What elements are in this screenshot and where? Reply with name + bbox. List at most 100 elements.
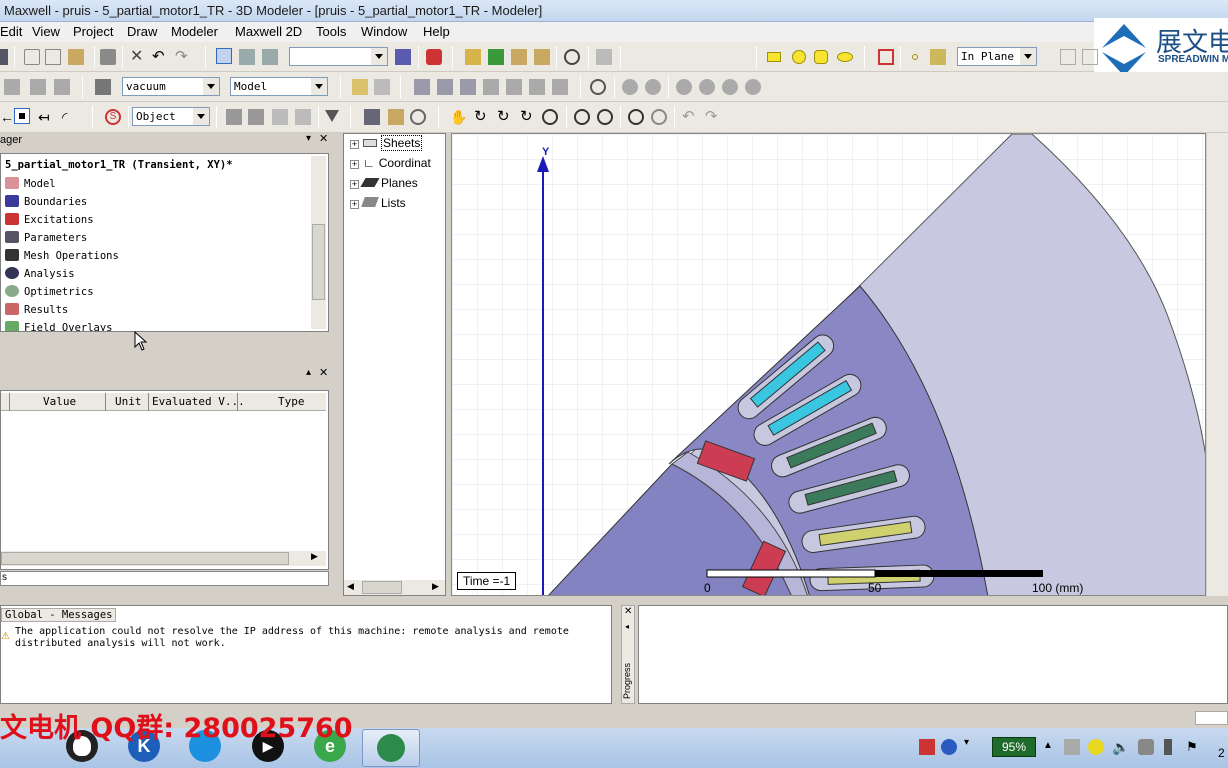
device-tray-icon[interactable]	[1138, 739, 1154, 755]
copy-icon[interactable]	[45, 49, 61, 65]
prev-view-icon[interactable]: ↶	[682, 109, 698, 125]
close-icon[interactable]: ✕	[319, 132, 328, 145]
subtract-icon[interactable]	[30, 79, 46, 95]
snap-vertex-icon[interactable]: ↤	[38, 109, 54, 125]
tree-lists[interactable]: + Lists	[350, 196, 406, 210]
help-tray-icon[interactable]	[941, 739, 957, 755]
validate-icon[interactable]	[465, 49, 481, 65]
pin-icon[interactable]: ▾	[306, 133, 311, 144]
scale-icon[interactable]	[506, 79, 522, 95]
tree-item-mesh-operations[interactable]: Mesh Operations	[5, 249, 119, 265]
next-view-icon[interactable]: ↷	[705, 109, 721, 125]
battery-indicator[interactable]: 95%	[992, 737, 1036, 757]
redo-icon[interactable]: ↷	[175, 49, 191, 65]
duplicate-icon[interactable]	[529, 79, 545, 95]
tree-item-optimetrics[interactable]: Optimetrics	[5, 285, 94, 301]
orient-icon[interactable]	[410, 109, 426, 125]
move-icon[interactable]	[437, 79, 453, 95]
select-face2-icon[interactable]	[248, 109, 264, 125]
hide-icon[interactable]	[622, 79, 638, 95]
sweep-icon[interactable]	[552, 79, 568, 95]
motor-geometry[interactable]	[452, 134, 1206, 596]
tree-item-field-overlays[interactable]: Field Overlays	[5, 321, 113, 331]
tree-item-boundaries[interactable]: Boundaries	[5, 195, 87, 211]
snap-grid-icon[interactable]	[14, 108, 30, 124]
tree-item-analysis[interactable]: Analysis	[5, 267, 75, 283]
pan-icon[interactable]: ✋	[450, 109, 467, 125]
report-icon[interactable]	[534, 49, 550, 65]
flag-icon[interactable]: ⚑	[1186, 739, 1200, 755]
stop-icon[interactable]: S	[105, 109, 121, 125]
save-icon[interactable]	[0, 49, 8, 65]
material-combo[interactable]: vacuum	[122, 77, 220, 96]
record-icon[interactable]	[426, 49, 442, 65]
menu-project[interactable]: Project	[73, 24, 113, 39]
rotate-view2-icon[interactable]: ↻	[497, 109, 513, 125]
rotate-icon[interactable]	[460, 79, 476, 95]
col-evaluated[interactable]: Evaluated V...	[152, 395, 245, 408]
network-tray-icon[interactable]	[1064, 739, 1080, 755]
menu-view[interactable]: View	[32, 24, 60, 39]
fit-all-icon[interactable]	[628, 109, 644, 125]
zoom-fit-icon[interactable]	[564, 49, 580, 65]
sogou-icon[interactable]	[919, 739, 935, 755]
menu-maxwell2d[interactable]: Maxwell 2D	[235, 24, 302, 39]
select-mode-icon[interactable]	[216, 48, 232, 64]
tree-item-model[interactable]: Model	[5, 177, 56, 193]
select-vertex-icon[interactable]	[295, 109, 311, 125]
show-icon[interactable]	[645, 79, 661, 95]
intersect-icon[interactable]	[54, 79, 70, 95]
tree-planes[interactable]: + Planes	[350, 176, 418, 190]
close2-icon[interactable]: ✕	[319, 366, 328, 379]
rotate-view-icon[interactable]: ↻	[474, 109, 490, 125]
view-icon[interactable]	[590, 79, 606, 95]
point-icon[interactable]	[912, 54, 918, 60]
draw-ellipse-icon[interactable]	[837, 52, 853, 62]
window2-icon[interactable]	[1082, 49, 1098, 65]
cut-icon[interactable]	[24, 49, 40, 65]
select-object-icon[interactable]	[226, 109, 242, 125]
undo-icon[interactable]: ↶	[152, 49, 168, 65]
material-icon[interactable]	[95, 79, 111, 95]
maxwell-taskbar-button[interactable]	[362, 729, 420, 767]
measure-icon[interactable]	[414, 79, 430, 95]
delete-icon[interactable]: ✕	[130, 49, 146, 65]
tray-arrow-icon[interactable]: ▾	[964, 737, 969, 748]
menu-edit[interactable]: Edit	[0, 24, 22, 39]
col-value[interactable]: Value	[43, 395, 76, 408]
volume-icon[interactable]: 🔈	[1112, 739, 1129, 755]
zoom-in-icon[interactable]	[574, 109, 590, 125]
mirror-icon[interactable]	[483, 79, 499, 95]
unite-icon[interactable]	[4, 79, 20, 95]
snap-arc-icon[interactable]: ◜	[62, 109, 78, 125]
col-unit[interactable]: Unit	[115, 395, 142, 408]
analyze-icon[interactable]	[511, 49, 527, 65]
print-icon[interactable]	[100, 49, 116, 65]
progress-close-icon[interactable]: ✕	[624, 606, 632, 617]
draw-polygon-icon[interactable]	[814, 50, 828, 64]
model-combo[interactable]: Model	[230, 77, 328, 96]
project-root[interactable]: 5_partial_motor1_TR (Transient, XY)*	[5, 159, 233, 175]
hide-sel-icon[interactable]	[745, 79, 761, 95]
tree-sheets[interactable]: + Sheets	[350, 135, 423, 151]
plane-icon[interactable]	[930, 49, 946, 65]
menu-modeler[interactable]: Modeler	[171, 24, 218, 39]
box-icon[interactable]	[878, 49, 894, 65]
paste-icon[interactable]	[68, 49, 84, 65]
model-tree-hscroll[interactable]: ◀ ▶	[344, 580, 445, 595]
show-hidden-icons[interactable]: ▲	[1043, 740, 1053, 751]
battery-tray-icon[interactable]	[1164, 739, 1172, 755]
security-tray-icon[interactable]	[1088, 739, 1104, 755]
zoom-icon[interactable]	[542, 109, 558, 125]
menu-draw[interactable]: Draw	[127, 24, 157, 39]
grid-icon[interactable]	[395, 49, 411, 65]
zoom-out-icon[interactable]	[597, 109, 613, 125]
properties-tab[interactable]: s	[0, 571, 329, 586]
tree-coordinate-systems[interactable]: + ∟ Coordinat	[350, 156, 431, 170]
hide-all-icon[interactable]	[699, 79, 715, 95]
select-edge2-icon[interactable]	[272, 109, 288, 125]
draw-rectangle-icon[interactable]	[767, 52, 781, 62]
pin2-icon[interactable]: ▴	[306, 367, 311, 378]
check-icon[interactable]	[488, 49, 504, 65]
show-sel-icon[interactable]	[722, 79, 738, 95]
